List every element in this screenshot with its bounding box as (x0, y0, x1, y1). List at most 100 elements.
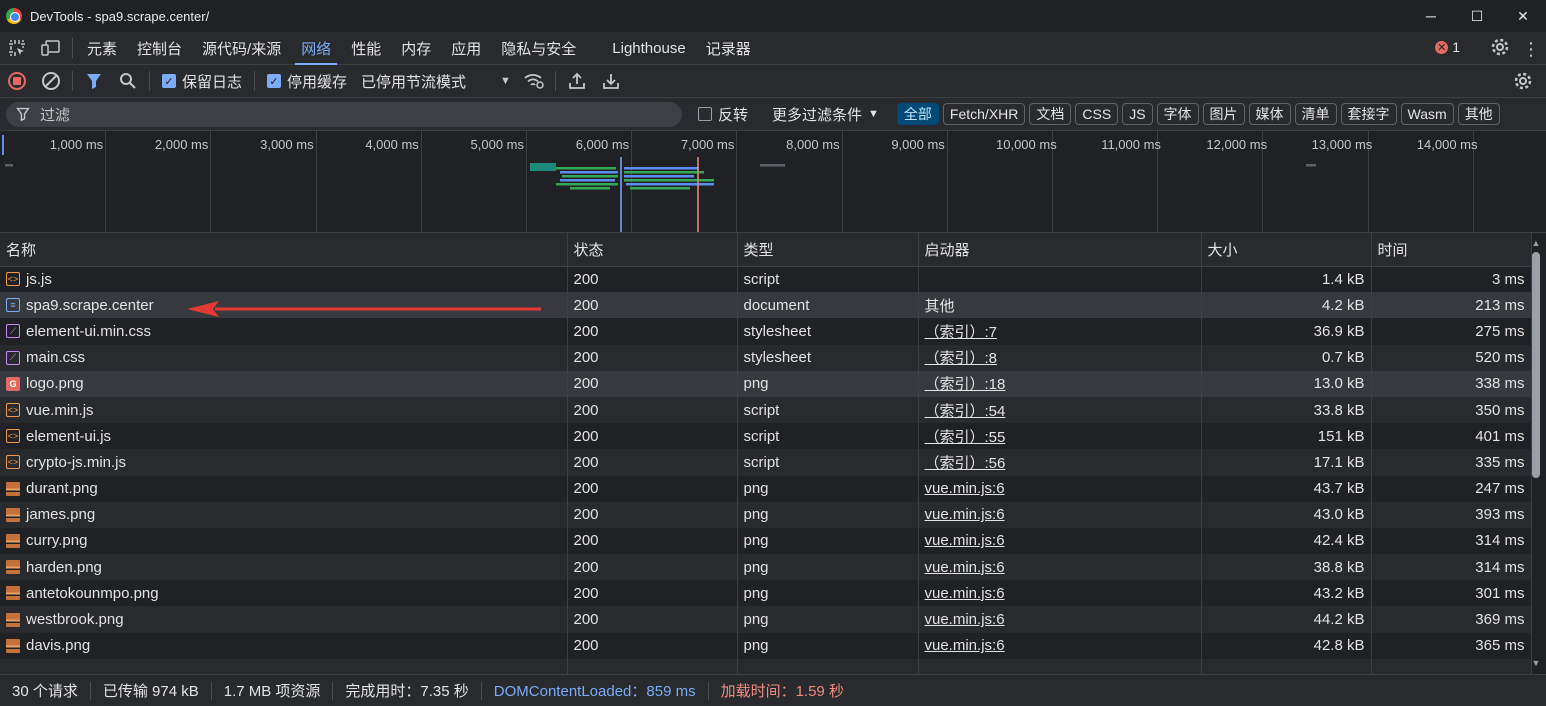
filter-input[interactable]: 过滤 (6, 101, 682, 127)
import-har-icon[interactable] (560, 65, 594, 98)
initiator-link[interactable]: （索引）:54 (925, 403, 1006, 420)
column-header-time[interactable]: 时间 (1371, 233, 1532, 267)
type-filter-9[interactable]: 套接字 (1340, 103, 1397, 125)
scroll-down-arrow-icon[interactable]: ▼ (1530, 658, 1542, 668)
table-row[interactable]: westbrook.png 200 png vue.min.js:6 44.2 … (0, 606, 1532, 633)
tab-console[interactable]: 控制台 (127, 32, 192, 65)
tab-memory[interactable]: 内存 (391, 32, 441, 65)
initiator-link[interactable]: vue.min.js:6 (925, 559, 1005, 576)
type-filter-10[interactable]: Wasm (1400, 103, 1454, 125)
table-row[interactable]: james.png 200 png vue.min.js:6 43.0 kB 3… (0, 501, 1532, 528)
tab-sources[interactable]: 源代码/来源 (192, 32, 291, 65)
type-filter-3[interactable]: CSS (1075, 103, 1119, 125)
close-button[interactable]: ✕ (1500, 0, 1546, 32)
table-row[interactable]: curry.png 200 png vue.min.js:6 42.4 kB 3… (0, 527, 1532, 555)
tab-lighthouse[interactable]: Lighthouse (602, 32, 695, 65)
type-filter-11[interactable]: 其他 (1457, 103, 1500, 125)
initiator-link[interactable]: vue.min.js:6 (925, 585, 1005, 602)
initiator-link[interactable]: vue.min.js:6 (925, 480, 1005, 497)
table-row[interactable] (0, 658, 1532, 674)
inspect-element-icon[interactable] (0, 32, 34, 65)
disable-cache-checkbox[interactable]: ✓ 停用缓存 (267, 71, 347, 92)
table-row[interactable]: durant.png 200 png vue.min.js:6 43.7 kB … (0, 475, 1532, 502)
type-filter-0[interactable]: 全部 (896, 103, 939, 125)
clear-icon[interactable] (34, 65, 68, 98)
cell-initiator[interactable]: （索引）:55 (918, 423, 1202, 450)
cell-name[interactable]: antetokounmpo.png (0, 580, 568, 607)
cell-initiator[interactable]: vue.min.js:6 (918, 632, 1202, 659)
type-filter-7[interactable]: 媒体 (1248, 103, 1291, 125)
table-row[interactable]: davis.png 200 png vue.min.js:6 42.8 kB 3… (0, 632, 1532, 659)
network-settings-gear-icon[interactable] (1506, 65, 1540, 98)
cell-initiator[interactable]: vue.min.js:6 (918, 606, 1202, 633)
settings-gear-icon[interactable] (1490, 37, 1510, 61)
more-options-icon[interactable]: ⋮ (1522, 40, 1540, 58)
column-header-name[interactable]: 名称 (0, 233, 568, 267)
cell-name[interactable]: davis.png (0, 632, 568, 659)
tab-network[interactable]: 网络 (291, 32, 341, 65)
table-row[interactable]: harden.png 200 png vue.min.js:6 38.8 kB … (0, 554, 1532, 581)
column-header-type[interactable]: 类型 (737, 233, 919, 267)
table-scrollbar[interactable]: ▲ ▼ (1530, 238, 1542, 668)
initiator-link[interactable]: vue.min.js:6 (925, 637, 1005, 654)
cell-name[interactable]: <> vue.min.js (0, 396, 568, 424)
export-har-icon[interactable] (594, 65, 628, 98)
cell-initiator[interactable]: （索引）:8 (918, 344, 1202, 371)
type-filter-2[interactable]: 文档 (1029, 103, 1072, 125)
type-filter-4[interactable]: JS (1122, 103, 1153, 125)
cell-initiator[interactable]: vue.min.js:6 (918, 554, 1202, 581)
column-header-status[interactable]: 状态 (567, 233, 738, 267)
cell-initiator[interactable]: （索引）:54 (918, 396, 1202, 424)
timeline-overview[interactable]: 1,000 ms 2,000 ms 3,000 ms 4,000 ms 5,000 ms… (0, 131, 1546, 233)
tab-privacy-security[interactable]: 隐私与安全 (491, 32, 586, 65)
initiator-link[interactable]: vue.min.js:6 (925, 532, 1005, 549)
type-filter-6[interactable]: 图片 (1202, 103, 1245, 125)
filter-funnel-icon[interactable] (77, 65, 111, 98)
column-header-size[interactable]: 大小 (1201, 233, 1372, 267)
minimize-button[interactable]: ─ (1408, 0, 1454, 32)
table-row[interactable]: G logo.png 200 png （索引）:18 13.0 kB 338 m… (0, 370, 1532, 397)
search-icon[interactable] (111, 65, 145, 98)
cell-initiator[interactable]: （索引）:7 (918, 318, 1202, 345)
cell-initiator[interactable]: vue.min.js:6 (918, 527, 1202, 555)
initiator-link[interactable]: （索引）:18 (925, 376, 1006, 393)
cell-name[interactable]: ⟋ element-ui.min.css (0, 318, 568, 345)
throttling-select[interactable]: 已停用节流模式 ▼ (361, 71, 511, 92)
initiator-link[interactable]: vue.min.js:6 (925, 611, 1005, 628)
scroll-thumb[interactable] (1532, 252, 1540, 478)
table-row[interactable]: ⟋ element-ui.min.css 200 stylesheet （索引）… (0, 318, 1532, 345)
cell-name[interactable]: westbrook.png (0, 606, 568, 633)
tab-application[interactable]: 应用 (441, 32, 491, 65)
cell-name[interactable]: <> js.js (0, 266, 568, 293)
cell-initiator[interactable]: （索引）:56 (918, 449, 1202, 476)
cell-name[interactable]: curry.png (0, 527, 568, 555)
tab-recorder[interactable]: 记录器 (696, 32, 761, 65)
more-filters-dropdown[interactable]: 更多过滤条件 ▼ (772, 104, 879, 125)
type-filter-8[interactable]: 清单 (1294, 103, 1337, 125)
tab-elements[interactable]: 元素 (77, 32, 127, 65)
cell-name[interactable]: <> crypto-js.min.js (0, 449, 568, 476)
cell-name[interactable]: G logo.png (0, 370, 568, 397)
cell-name[interactable]: durant.png (0, 475, 568, 502)
initiator-link[interactable]: （索引）:56 (925, 455, 1006, 472)
cell-initiator[interactable]: vue.min.js:6 (918, 580, 1202, 607)
initiator-link[interactable]: （索引）:8 (925, 350, 998, 367)
table-row[interactable]: <> js.js 200 script 1.4 kB 3 ms (0, 266, 1532, 293)
type-filter-5[interactable]: 字体 (1156, 103, 1199, 125)
initiator-link[interactable]: vue.min.js:6 (925, 506, 1005, 523)
table-row[interactable]: <> element-ui.js 200 script （索引）:55 151 … (0, 423, 1532, 450)
record-stop-icon[interactable] (0, 65, 34, 98)
maximize-button[interactable]: ☐ (1454, 0, 1500, 32)
preserve-log-checkbox[interactable]: ✓ 保留日志 (162, 71, 242, 92)
table-row[interactable]: antetokounmpo.png 200 png vue.min.js:6 4… (0, 580, 1532, 607)
table-row[interactable]: <> vue.min.js 200 script （索引）:54 33.8 kB… (0, 396, 1532, 424)
cell-name[interactable]: harden.png (0, 554, 568, 581)
cell-initiator[interactable]: （索引）:18 (918, 370, 1202, 397)
error-counter[interactable]: ✕ 1 (1435, 39, 1460, 55)
initiator-link[interactable]: （索引）:55 (925, 429, 1006, 446)
cell-name[interactable]: ⟋ main.css (0, 344, 568, 371)
type-filter-1[interactable]: Fetch/XHR (942, 103, 1026, 125)
cell-initiator[interactable]: vue.min.js:6 (918, 501, 1202, 528)
cell-initiator[interactable]: vue.min.js:6 (918, 475, 1202, 502)
scroll-up-arrow-icon[interactable]: ▲ (1530, 238, 1542, 248)
